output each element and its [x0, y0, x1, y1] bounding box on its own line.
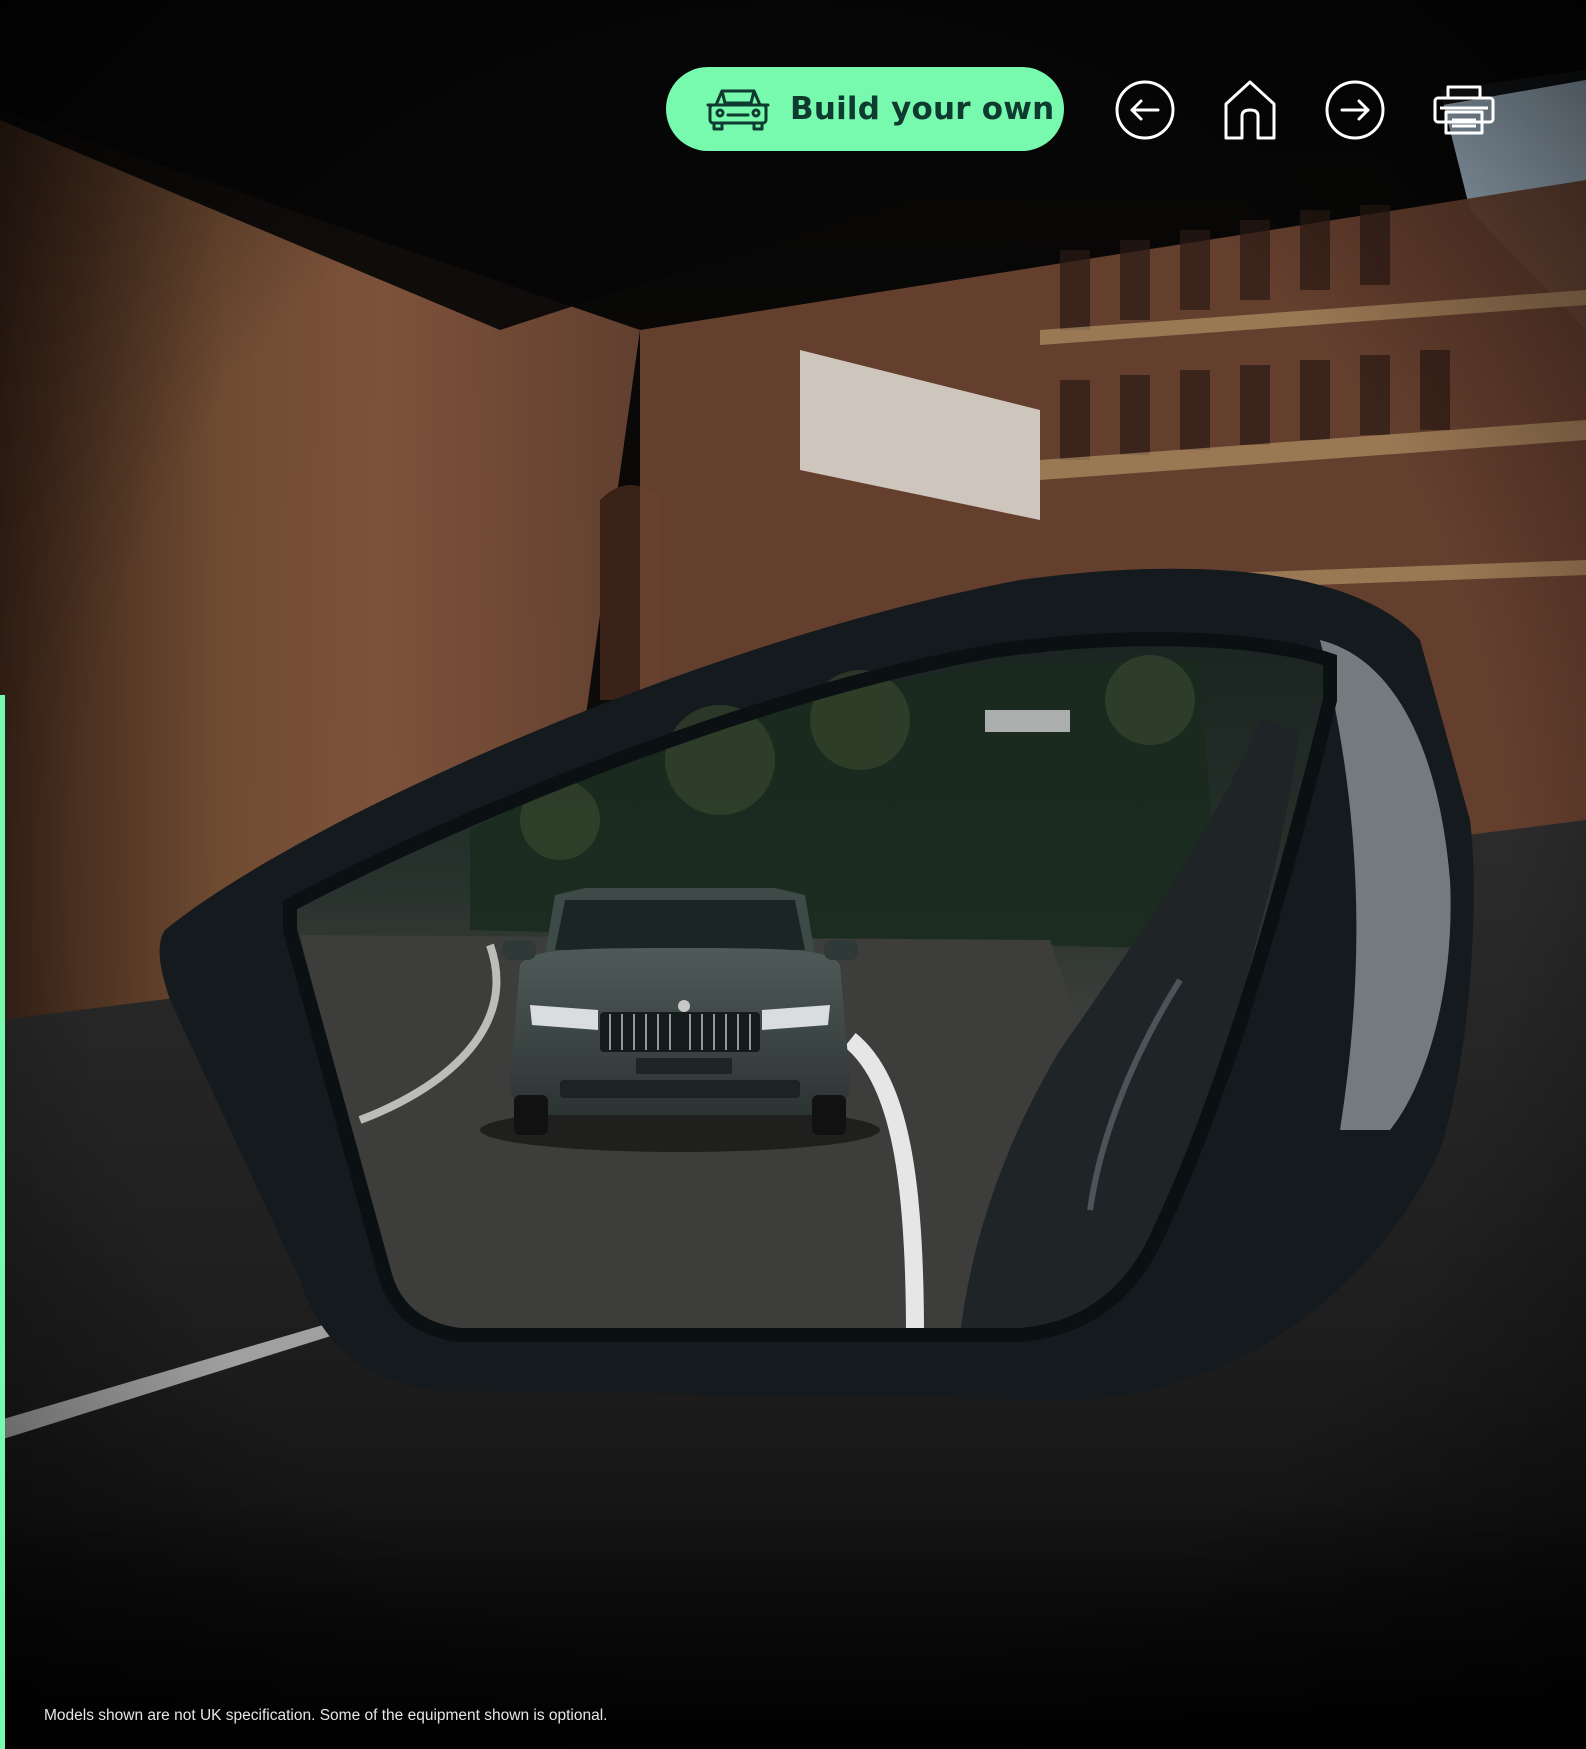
home-icon: [1222, 78, 1278, 142]
accent-side-bar: [0, 695, 5, 1749]
back-button[interactable]: [1113, 78, 1177, 142]
print-icon: [1432, 84, 1496, 136]
car-front-icon: [706, 85, 770, 133]
home-button[interactable]: [1218, 78, 1282, 142]
disclaimer-footnote: Models shown are not UK specification. S…: [44, 1707, 608, 1724]
background-photo: [0, 0, 1586, 1749]
forward-arrow-icon: [1324, 79, 1386, 141]
back-arrow-icon: [1114, 79, 1176, 141]
brochure-page: Build your own Models shown are not UK s…: [0, 0, 1586, 1749]
print-button[interactable]: [1432, 78, 1496, 142]
build-your-own-label: Build your own: [790, 91, 1055, 127]
build-your-own-button[interactable]: Build your own: [666, 67, 1064, 151]
forward-button[interactable]: [1323, 78, 1387, 142]
